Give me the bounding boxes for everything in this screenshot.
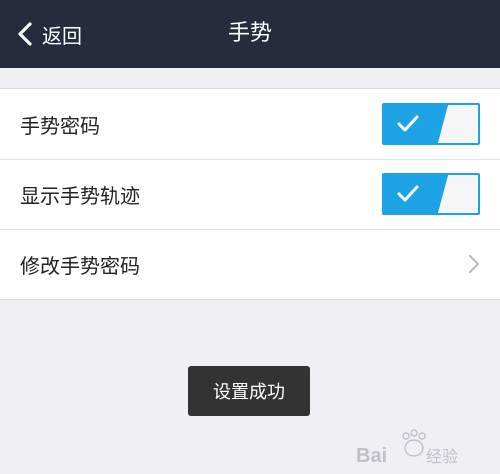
setting-label-change-gesture-password: 修改手势密码 xyxy=(20,253,140,278)
back-label: 返回 xyxy=(42,23,82,48)
chevron-right-icon xyxy=(469,255,479,273)
check-icon xyxy=(397,115,419,132)
setting-label-show-gesture-trail: 显示手势轨迹 xyxy=(20,183,140,208)
gesture-settings-screen: 返回 手势 手势密码 显示手势轨迹 修改手势密码 设置成功 Bai 经验 xyxy=(0,0,500,474)
settings-group: 手势密码 显示手势轨迹 修改手势密码 xyxy=(0,88,500,300)
gesture-password-toggle[interactable] xyxy=(382,103,480,145)
svg-text:经验: 经验 xyxy=(426,448,458,466)
setting-row-show-gesture-trail: 显示手势轨迹 xyxy=(0,159,500,229)
show-gesture-trail-toggle[interactable] xyxy=(382,173,480,215)
nav-bar: 返回 手势 xyxy=(0,0,500,68)
toast-message: 设置成功 xyxy=(188,366,310,416)
baidu-jingyan-watermark: Bai 经验 xyxy=(356,429,458,467)
chevron-left-icon xyxy=(18,22,32,46)
check-icon xyxy=(397,185,419,202)
svg-text:Bai: Bai xyxy=(356,445,387,467)
setting-row-change-gesture-password[interactable]: 修改手势密码 xyxy=(0,229,500,299)
setting-row-gesture-password: 手势密码 xyxy=(0,89,500,159)
setting-label-gesture-password: 手势密码 xyxy=(20,113,100,138)
back-button[interactable]: 返回 xyxy=(14,16,82,52)
